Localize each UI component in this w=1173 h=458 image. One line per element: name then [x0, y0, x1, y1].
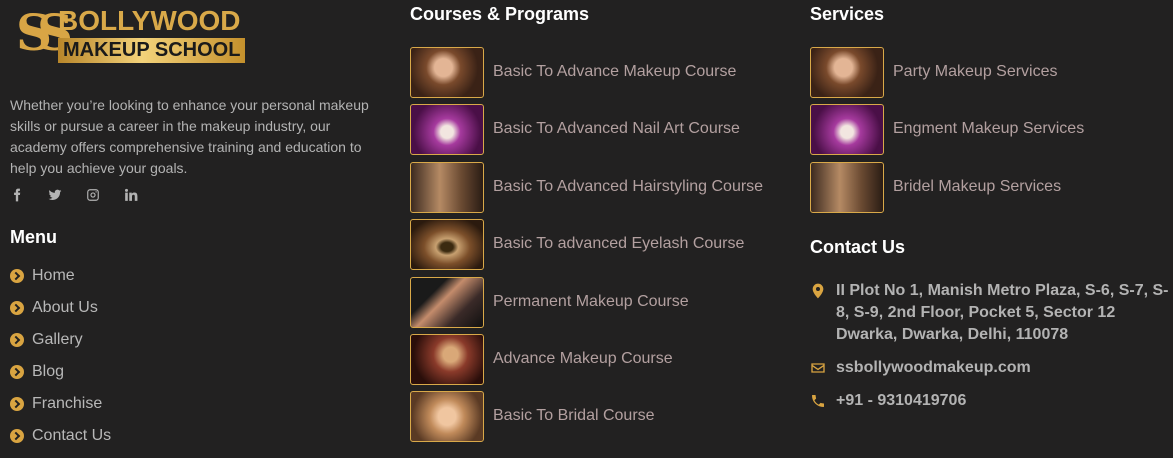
contact-address: II Plot No 1, Manish Metro Plaza, S-6, S…	[810, 280, 1173, 346]
course-link[interactable]: Basic To Advance Makeup Course	[493, 47, 736, 96]
menu-item-label: About Us	[32, 299, 98, 316]
course-link[interactable]: Basic To Advanced Hairstyling Course	[493, 162, 763, 211]
about-text: Whether you’re looking to enhance your p…	[10, 97, 369, 176]
course-thumbnail[interactable]	[410, 161, 484, 213]
course-link[interactable]: Advance Makeup Course	[493, 334, 673, 383]
course-item[interactable]: Basic To advanced Eyelash Course	[410, 219, 763, 276]
course-item[interactable]: Basic To Advance Makeup Course	[410, 47, 763, 104]
location-pin-icon	[810, 283, 826, 299]
address-text: II Plot No 1, Manish Metro Plaza, S-6, S…	[836, 282, 1169, 343]
menu-item-label: Franchise	[32, 395, 103, 412]
service-item[interactable]: Bridel Makeup Services	[810, 161, 1084, 219]
chevron-right-icon	[10, 429, 24, 443]
facebook-icon[interactable]	[10, 188, 48, 204]
linkedin-icon[interactable]	[124, 188, 162, 204]
courses-heading: Courses & Programs	[410, 4, 590, 24]
logo-subtitle: MAKEUP SCHOOL	[58, 38, 246, 63]
course-thumbnail[interactable]	[410, 391, 484, 443]
service-thumbnail[interactable]	[810, 47, 884, 98]
social-links	[10, 188, 162, 204]
course-thumbnail[interactable]	[410, 104, 484, 156]
menu-item-blog[interactable]: Blog	[10, 362, 111, 394]
envelope-icon	[810, 360, 826, 376]
chevron-right-icon	[10, 397, 24, 411]
course-item[interactable]: Basic To Advanced Nail Art Course	[410, 104, 763, 161]
menu-item-about-us[interactable]: About Us	[10, 298, 111, 330]
contact-email[interactable]: ssbollywoodmakeup.com	[810, 357, 1173, 379]
contact-phone[interactable]: +91 - 9310419706	[810, 390, 1173, 412]
course-item[interactable]: Advance Makeup Course	[410, 333, 763, 391]
course-link[interactable]: Permanent Makeup Course	[493, 277, 689, 326]
chevron-right-icon	[10, 333, 24, 347]
service-thumbnail[interactable]	[810, 104, 884, 156]
brand-logo[interactable]: SS BOLLYWOOD MAKEUP SCHOOL	[16, 4, 266, 66]
phone-icon	[810, 393, 826, 409]
course-item[interactable]: Permanent Makeup Course	[410, 276, 763, 334]
menu-item-gallery[interactable]: Gallery	[10, 330, 111, 362]
logo-title: BOLLYWOOD	[58, 5, 241, 36]
menu-item-label: Contact Us	[32, 427, 112, 444]
course-item[interactable]: Basic To Advanced Hairstyling Course	[410, 161, 763, 219]
menu-item-contact-us[interactable]: Contact Us	[10, 426, 111, 458]
contact-details: II Plot No 1, Manish Metro Plaza, S-6, S…	[810, 280, 1173, 423]
course-thumbnail[interactable]	[410, 276, 484, 328]
course-item[interactable]: Basic To Bridal Course	[410, 391, 763, 448]
courses-list: Basic To Advance Makeup Course Basic To …	[410, 47, 763, 449]
footer-menu: Home About Us Gallery Blog Franchise Con…	[10, 266, 111, 458]
logo-mark: SS	[16, 3, 73, 62]
email-link[interactable]: ssbollywoodmakeup.com	[836, 357, 1031, 379]
phone-link[interactable]: +91 - 9310419706	[836, 390, 966, 412]
contact-heading: Contact Us	[810, 237, 906, 257]
course-thumbnail[interactable]	[410, 219, 484, 271]
course-link[interactable]: Basic To advanced Eyelash Course	[493, 219, 744, 268]
course-thumbnail[interactable]	[410, 333, 484, 385]
chevron-right-icon	[10, 269, 24, 283]
services-list: Party Makeup Services Engment Makeup Ser…	[810, 47, 1084, 219]
service-thumbnail[interactable]	[810, 161, 884, 213]
menu-item-home[interactable]: Home	[10, 266, 111, 298]
service-link[interactable]: Bridel Makeup Services	[893, 162, 1061, 211]
services-heading: Services	[810, 4, 885, 24]
service-item[interactable]: Engment Makeup Services	[810, 104, 1084, 161]
twitter-icon[interactable]	[48, 188, 86, 204]
service-link[interactable]: Engment Makeup Services	[893, 104, 1084, 153]
menu-heading: Menu	[10, 227, 57, 247]
course-link[interactable]: Basic To Bridal Course	[493, 391, 655, 440]
instagram-icon[interactable]	[86, 188, 124, 204]
menu-item-label: Gallery	[32, 331, 83, 348]
menu-item-franchise[interactable]: Franchise	[10, 394, 111, 426]
menu-item-label: Home	[32, 267, 75, 284]
chevron-right-icon	[10, 365, 24, 379]
menu-item-label: Blog	[32, 363, 65, 380]
chevron-right-icon	[10, 301, 24, 315]
service-item[interactable]: Party Makeup Services	[810, 47, 1084, 104]
service-link[interactable]: Party Makeup Services	[893, 47, 1058, 96]
course-thumbnail[interactable]	[410, 47, 484, 98]
course-link[interactable]: Basic To Advanced Nail Art Course	[493, 104, 740, 153]
